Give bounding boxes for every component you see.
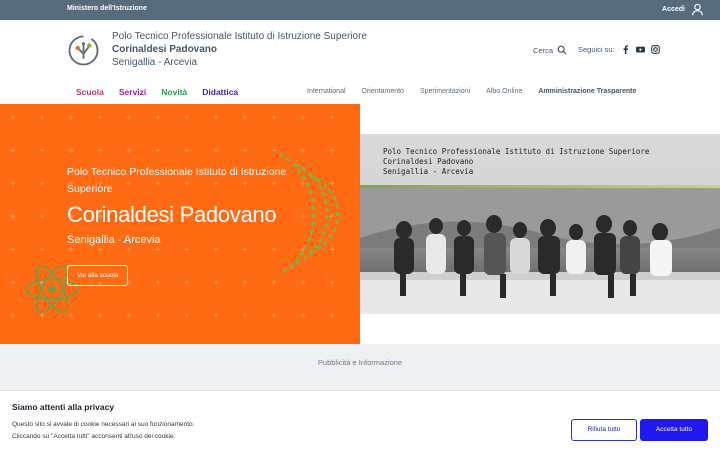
plus-mark: + <box>97 113 103 124</box>
photo-caption-line3: Senigallia - Arcevia <box>383 167 474 176</box>
footer-strip: Pubblicità e Informazione <box>0 344 720 390</box>
go-to-school-button[interactable]: Vai alla scuola <box>67 265 129 286</box>
plus-mark: + <box>242 311 248 322</box>
plus-mark: + <box>184 146 190 157</box>
plus-mark: + <box>242 146 248 157</box>
user-icon <box>692 3 703 16</box>
students-photo <box>360 188 720 314</box>
plus-mark: + <box>68 146 74 157</box>
photo-caption-line2: Corinaldesi Padovano <box>383 157 474 166</box>
youtube-icon[interactable] <box>635 45 645 54</box>
main-navigation: Scuola Servizi Novità Didattica <box>76 87 238 97</box>
subnav-item-amministrazione-trasparente[interactable]: Amministrazione Trasparente <box>538 88 636 95</box>
plus-mark: + <box>155 278 161 289</box>
plus-mark: + <box>213 146 219 157</box>
plus-mark: + <box>155 113 161 124</box>
plus-mark: + <box>242 113 248 124</box>
accept-all-button[interactable]: Accetta tutto <box>640 419 708 441</box>
subnav-item-albo-online[interactable]: Albo Online <box>486 88 522 95</box>
school-name-line3: Senigallia - Arcevia <box>112 57 198 68</box>
plus-mark: + <box>97 146 103 157</box>
subnav-item-orientamento[interactable]: Orientamento <box>362 88 404 95</box>
plus-mark: + <box>126 245 132 256</box>
social-links: Seguici su: <box>578 45 660 54</box>
school-name-line2: Corinaldesi Padovano <box>112 44 218 55</box>
subnav-item-international[interactable]: International <box>307 88 346 95</box>
plus-mark: + <box>184 245 190 256</box>
plus-mark: + <box>97 245 103 256</box>
hero-image-panel: Polo Tecnico Professionale Istituto di I… <box>360 104 720 344</box>
cookie-title: Siamo attenti alla privacy <box>12 402 115 412</box>
follow-label: Seguici su: <box>578 45 615 54</box>
plus-mark: + <box>10 146 16 157</box>
plus-mark: + <box>39 146 45 157</box>
school-name[interactable]: Polo Tecnico Professionale Istituto di I… <box>112 30 367 69</box>
subnav-item-sperimentazioni[interactable]: Sperimentazioni <box>420 88 470 95</box>
cookie-text-line2: Cliccando su "Accetta tutti" acconsenti … <box>12 433 176 440</box>
plus-mark: + <box>271 311 277 322</box>
plus-mark: + <box>184 278 190 289</box>
plus-mark: + <box>126 311 132 322</box>
cookie-banner: Siamo attenti alla privacy Questo sito s… <box>0 390 720 450</box>
nav-item-scuola[interactable]: Scuola <box>76 87 104 97</box>
school-logo-icon[interactable] <box>67 34 100 67</box>
ministry-link[interactable]: Ministero dell'Istruzione <box>67 5 147 12</box>
plus-mark: + <box>300 311 306 322</box>
plus-mark: + <box>10 278 16 289</box>
nav-item-novita[interactable]: Novità <box>161 87 187 97</box>
hero-banner: + + + + + + + + + + + + + + + + + + + + + + + + + + + + + + + + + + + + + + + +… <box>0 104 360 344</box>
plus-mark: + <box>242 278 248 289</box>
plus-mark: + <box>126 113 132 124</box>
plus-mark: + <box>329 311 335 322</box>
plus-mark: + <box>184 113 190 124</box>
plus-mark: + <box>155 146 161 157</box>
top-bar: Ministero dell'Istruzione Accedi <box>0 0 720 20</box>
plus-mark: + <box>10 245 16 256</box>
plus-mark: + <box>329 113 335 124</box>
plus-mark: + <box>213 278 219 289</box>
plus-mark: + <box>213 113 219 124</box>
reject-all-button[interactable]: Rifiuta tutto <box>571 419 637 441</box>
plus-mark: + <box>184 311 190 322</box>
plus-mark: + <box>39 179 45 190</box>
secondary-navigation: International Orientamento Sperimentazio… <box>307 88 636 95</box>
plus-mark: + <box>300 113 306 124</box>
hero-title: Corinaldesi Padovano <box>67 202 277 227</box>
plus-mark: + <box>242 245 248 256</box>
plus-mark: + <box>155 245 161 256</box>
search-icon <box>557 45 567 55</box>
nav-item-didattica[interactable]: Didattica <box>202 87 238 97</box>
search-button[interactable]: Cerca <box>533 45 567 55</box>
plus-mark: + <box>213 245 219 256</box>
plus-mark: + <box>10 179 16 190</box>
site-header: Polo Tecnico Professionale Istituto di I… <box>0 20 720 104</box>
plus-mark: + <box>155 311 161 322</box>
photo-caption: Polo Tecnico Professionale Istituto di I… <box>383 147 649 177</box>
facebook-icon[interactable] <box>621 45 630 54</box>
nav-item-servizi[interactable]: Servizi <box>119 87 146 97</box>
instagram-icon[interactable] <box>650 45 660 54</box>
login-label: Accedi <box>662 6 685 13</box>
school-photo-card: Polo Tecnico Professionale Istituto di I… <box>360 134 720 314</box>
plus-mark: + <box>97 311 103 322</box>
plus-mark: + <box>39 113 45 124</box>
plus-mark: + <box>271 113 277 124</box>
plus-mark: + <box>213 311 219 322</box>
plus-mark: + <box>10 113 16 124</box>
plus-mark: + <box>10 212 16 223</box>
plus-mark: + <box>39 212 45 223</box>
plus-mark: + <box>68 113 74 124</box>
hero-location: Senigallia - Arcevia <box>67 234 161 246</box>
cookie-text-line1: Questo sito si avvale di cookie necessar… <box>12 421 195 428</box>
photo-caption-line1: Polo Tecnico Professionale Istituto di I… <box>383 147 650 156</box>
advertising-link[interactable]: Pubblicità e Informazione <box>0 358 720 367</box>
plus-mark: + <box>126 146 132 157</box>
login-link[interactable]: Accedi <box>662 3 704 16</box>
plus-mark: + <box>10 311 16 322</box>
cookie-text: Questo sito si avvale di cookie necessar… <box>12 419 194 443</box>
search-label: Cerca <box>533 45 554 55</box>
hero-subtitle: Polo Tecnico Professionale Istituto di I… <box>67 166 287 195</box>
school-name-line1: Polo Tecnico Professionale Istituto di I… <box>112 31 367 42</box>
